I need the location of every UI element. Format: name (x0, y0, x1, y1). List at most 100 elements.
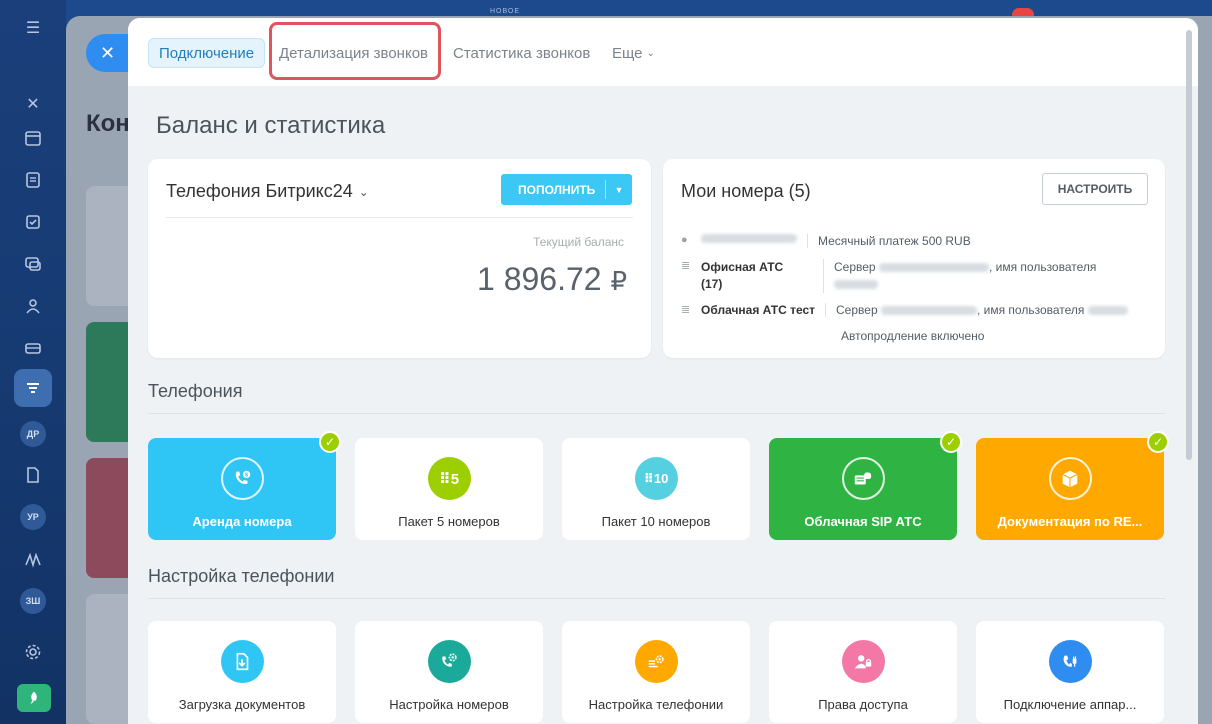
tile-label: Аренда номера (192, 514, 292, 529)
background-new-label: НОВОЕ (490, 8, 521, 15)
settings-section-title: Настройка телефонии (148, 566, 335, 586)
box-doc-icon (1048, 457, 1092, 500)
tile-label: Настройка номеров (389, 697, 509, 712)
currency-symbol: ₽ (610, 266, 627, 296)
office-pbx-name: Офисная АТС (17) (701, 259, 813, 293)
rented-number-row[interactable]: ● Месячный платеж 500 RUB (681, 234, 971, 248)
chevron-down-icon: ⌄ (358, 184, 369, 199)
page-title: Баланс и статистика (156, 112, 386, 139)
cloud-pbx-details: Сервер , имя пользователя (836, 303, 1128, 317)
gear-icon[interactable] (21, 640, 45, 664)
chat-icon[interactable] (21, 252, 45, 276)
telephony-gear-icon (634, 640, 678, 683)
office-server-label: Сервер (834, 260, 876, 274)
hidden-username (1087, 306, 1128, 316)
hidden-phone-number (701, 234, 797, 243)
numbers-title: Мои номера (5) (681, 181, 811, 201)
tile-label: Облачная SIP АТС (804, 514, 922, 529)
section-divider (148, 413, 1165, 414)
tab-connection[interactable]: Подключение (148, 38, 266, 68)
tile-access-rights[interactable]: Права доступа (769, 621, 957, 723)
autorenew-status: Автопродление включено (841, 329, 985, 343)
office-user-label: , имя пользователя (988, 260, 1097, 274)
wave-icon[interactable] (21, 548, 45, 572)
hidden-server (878, 263, 989, 273)
upload-doc-icon (220, 640, 264, 683)
calendar-icon[interactable] (21, 126, 45, 150)
divider (823, 259, 824, 293)
chevron-down-icon: ⌄ (646, 47, 655, 59)
topup-dropdown-icon[interactable]: ▼ (606, 185, 632, 195)
sidebar-badge-ur[interactable]: УР (20, 504, 46, 530)
tile-telephony-settings[interactable]: Настройка телефонии (562, 621, 750, 723)
scrollbar[interactable] (1186, 30, 1192, 460)
divider (807, 234, 808, 248)
hidden-server (880, 306, 977, 316)
background-page-title: Кон (86, 110, 130, 137)
tile-label: Пакет 10 номеров (601, 514, 711, 529)
tab-more[interactable]: Еще ⌄ (602, 38, 665, 68)
balance-title: Телефония Битрикс24 (166, 181, 353, 201)
left-sidebar: ☰ ✕ ДР УР ЗШ (0, 0, 66, 724)
divider (825, 303, 827, 317)
telephony-section-title: Телефония (148, 381, 243, 401)
server-icon: ≣ (681, 304, 691, 316)
divider (166, 217, 633, 218)
check-icon: ✓ (319, 431, 341, 453)
tile-cloud-sip-pbx[interactable]: Облачная SIP АТС ✓ (769, 431, 962, 540)
monthly-payment: Месячный платеж 500 RUB (818, 234, 971, 248)
cloud-pbx-row[interactable]: ≣ Облачная АТС тест Сервер , имя пользов… (681, 303, 1128, 317)
grid-5-icon: ⠿5 (427, 457, 471, 500)
document-list-icon[interactable] (21, 168, 45, 192)
check-icon: ✓ (940, 431, 962, 453)
tile-number-settings[interactable]: Настройка номеров (355, 621, 543, 723)
telephony-slider-panel: Подключение Детализация звонков Статисти… (128, 18, 1198, 724)
tile-upload-documents[interactable]: Загрузка документов (148, 621, 336, 723)
grid-10-icon: ⠿10 (634, 457, 678, 500)
office-pbx-title: Офисная АТС (701, 260, 784, 274)
tile-number-rent[interactable]: $ Аренда номера ✓ (148, 431, 341, 540)
phone-rent-icon: $ (220, 457, 264, 500)
menu-icon[interactable]: ☰ (21, 16, 45, 40)
svg-text:$: $ (245, 472, 248, 478)
cloud-sip-icon (841, 457, 885, 500)
cloud-user-label: , имя пользователя (976, 303, 1085, 317)
hidden-username (834, 280, 878, 290)
sidebar-badge-dr[interactable]: ДР (20, 421, 46, 447)
tab-bar: Подключение Детализация звонков Статисти… (128, 18, 1198, 86)
check-icon: ✓ (1147, 431, 1169, 453)
configure-button[interactable]: НАСТРОИТЬ (1042, 173, 1148, 205)
tile-pack-10-numbers[interactable]: ⠿10 Пакет 10 номеров (562, 438, 750, 540)
phone-gear-icon (427, 640, 471, 683)
plug-device-icon (1048, 640, 1092, 683)
sidebar-badge-zsh[interactable]: ЗШ (20, 588, 46, 614)
tab-more-label: Еще (612, 44, 643, 62)
office-pbx-count: (17) (701, 277, 723, 291)
cloud-pbx-name: Облачная АТС тест (701, 303, 816, 317)
document-icon[interactable] (21, 463, 45, 487)
rocket-icon[interactable] (17, 684, 51, 712)
tile-pack-5-numbers[interactable]: ⠿5 Пакет 5 номеров (355, 438, 543, 540)
tab-call-statistics[interactable]: Статистика звонков (443, 38, 600, 68)
tasks-icon[interactable] (21, 210, 45, 234)
balance-title-dropdown[interactable]: Телефония Битрикс24 ⌄ (166, 181, 369, 202)
tile-documentation[interactable]: Документация по RE... ✓ (976, 431, 1169, 540)
topup-button[interactable]: ПОПОЛНИТЬ ▼ (501, 174, 632, 205)
balance-amount: 1 896.72 (477, 261, 602, 297)
tile-label: Загрузка документов (178, 697, 306, 712)
office-pbx-row[interactable]: ≣ Офисная АТС (17) Сервер , имя пользова… (681, 259, 1096, 293)
office-pbx-details: Сервер , имя пользователя (834, 259, 1096, 293)
highlight-frame (269, 22, 441, 80)
my-numbers-card: Мои номера (5) НАСТРОИТЬ ● Месячный плат… (663, 159, 1165, 358)
section-divider (148, 598, 1165, 599)
tile-device-connection[interactable]: Подключение аппар... (976, 621, 1164, 723)
users-icon[interactable] (21, 294, 45, 318)
tile-label: Пакет 5 номеров (398, 514, 500, 529)
card-icon[interactable] (21, 336, 45, 360)
filter-icon[interactable] (21, 376, 45, 400)
close-small-icon[interactable]: ✕ (21, 92, 45, 116)
balance-value: 1 896.72 ₽ (477, 261, 627, 298)
tile-label: Подключение аппар... (1003, 697, 1137, 712)
cloud-server-label: Сервер (836, 303, 878, 317)
tile-label: Настройка телефонии (588, 697, 724, 712)
